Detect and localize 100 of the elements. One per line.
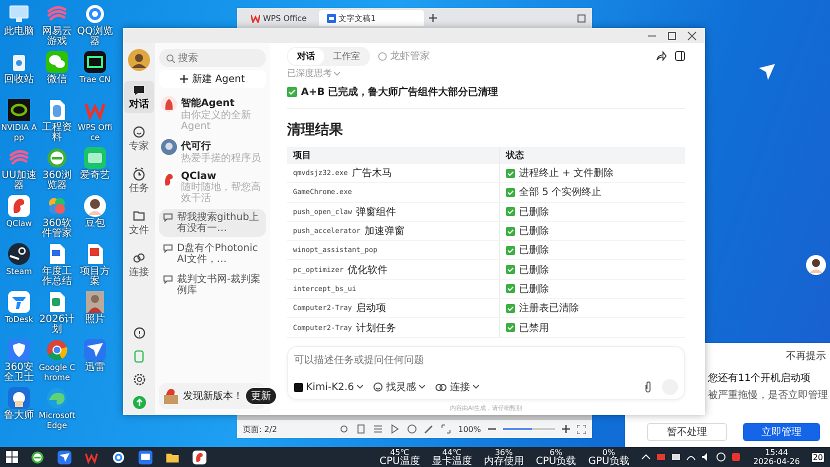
bird-icon (757, 62, 777, 82)
plus-icon (180, 75, 188, 83)
notification-button[interactable]: 立即管理 (742, 423, 820, 441)
chevron-down-icon (472, 385, 479, 389)
icon-label: 工程资料 (41, 123, 73, 143)
agent-description: 随时随地，帮您高效干活 (181, 182, 262, 204)
icon-label: UU加速器 (0, 171, 38, 191)
app-icon[interactable] (7, 98, 31, 122)
icon-label: Trae CN (78, 75, 112, 85)
gift-box-icon (162, 387, 180, 405)
app-icon[interactable] (111, 450, 126, 464)
icon-label: 回收站 (3, 75, 35, 85)
notification-badge[interactable]: 20 (812, 452, 824, 462)
status-text: 已禁用 (519, 322, 549, 335)
avatar (161, 139, 177, 155)
app-icon[interactable] (57, 450, 72, 464)
add-tab-icon[interactable] (428, 13, 438, 23)
app-icon[interactable] (192, 450, 207, 464)
agent-item[interactable]: QClaw 随时随地，帮您高效干活 (159, 169, 266, 206)
chat-item[interactable]: D盘有个Photonic AI文件，… (159, 240, 266, 268)
outline-icon[interactable] (373, 424, 384, 434)
tab[interactable]: WPS Office (243, 10, 315, 26)
search-field[interactable]: 搜索 (159, 49, 266, 67)
paperclip-icon[interactable] (644, 381, 652, 393)
status-text: 全部 5 个实例终止 (519, 186, 602, 200)
avatar-icon[interactable] (83, 194, 107, 218)
check-icon (506, 207, 515, 216)
nav-item[interactable]: 专家 (124, 123, 154, 155)
notification-button[interactable]: 暂不处理 (647, 423, 726, 441)
column-header: 项目 (287, 147, 500, 164)
help-icon[interactable] (132, 327, 146, 340)
chat-icon (163, 243, 173, 253)
page-indicator: 页面: 2/2 (243, 424, 278, 434)
settings-icon[interactable] (132, 373, 146, 386)
side-panel-icon[interactable] (675, 51, 685, 61)
fit-icon[interactable] (441, 424, 452, 434)
sensor-label: GPU负载 (588, 456, 630, 466)
page-icon[interactable] (356, 424, 366, 434)
tray-icon[interactable] (671, 452, 682, 462)
fullscreen-icon[interactable] (577, 424, 586, 434)
tray-icon[interactable] (716, 452, 726, 462)
plus-icon[interactable] (562, 425, 570, 433)
agent-name: 智能Agent (181, 96, 236, 110)
notification-detail: 被严重拖慢，是否立即管理 (708, 388, 826, 402)
avatar[interactable] (128, 49, 150, 71)
chevron-down-icon (334, 72, 340, 76)
new-agent-button[interactable]: 新建 Agent (159, 70, 266, 88)
sensor-value: 36% (494, 448, 513, 456)
model-selector[interactable]: Kimi-K2.6 (294, 382, 363, 392)
clock-time[interactable]: 15:44 (765, 448, 788, 457)
mode-tab[interactable]: 工作室 (324, 48, 369, 64)
icon-label: Google Chrome (38, 363, 76, 383)
app-icon[interactable] (138, 450, 153, 464)
item-note: 弹窗组件 (356, 206, 396, 219)
nav-item[interactable]: 对话 (124, 81, 154, 113)
app-icon[interactable] (83, 50, 107, 74)
check-icon (506, 246, 515, 255)
agent-item[interactable]: 智能Agent 由你定义的全新Agent (159, 94, 266, 134)
section-heading: 清理结果 (287, 121, 344, 139)
status-text: 已删除 (519, 264, 549, 277)
maximize-icon[interactable] (667, 30, 677, 40)
notification-message: 您还有11个开机启动项 (708, 372, 812, 385)
upload-icon[interactable] (132, 396, 146, 409)
mode-tab[interactable]: 对话 (288, 48, 324, 64)
icon-label: WPS Office (76, 123, 114, 143)
chat-item[interactable]: 帮我搜索github上有没有一… (159, 209, 266, 237)
avatar (161, 96, 177, 112)
sensor-value: 0% (602, 448, 616, 456)
chat-icon (132, 83, 146, 97)
play-icon[interactable] (390, 424, 400, 434)
nav-item[interactable]: 任务 (124, 165, 154, 197)
inspiration-button[interactable]: 找灵感 (372, 380, 425, 394)
chevron-up-icon[interactable] (641, 452, 652, 462)
icon-label: Steam (5, 267, 33, 277)
tab[interactable]: 文字文稿1 (318, 10, 424, 26)
zoom-value[interactable]: 100% (458, 424, 481, 434)
clock-date[interactable]: 2026-04-26 (753, 457, 800, 466)
app-icon[interactable] (7, 242, 31, 266)
nav-item[interactable]: 连接 (124, 249, 154, 281)
agent-item[interactable]: 代可行 热爱手搓的程序员 (159, 137, 266, 166)
check-icon (506, 168, 515, 178)
sensor-value: 44℃ (442, 448, 462, 456)
app-icon[interactable] (30, 450, 45, 464)
check-icon (287, 87, 297, 97)
update-button[interactable]: 更新 (246, 388, 276, 404)
sensor-value: 6% (550, 448, 562, 456)
check-icon (506, 265, 515, 274)
dismiss-link[interactable]: 不再提示 (786, 349, 826, 363)
icon-label: QQ浏览器 (76, 27, 114, 47)
share-icon[interactable] (656, 51, 667, 61)
start-icon[interactable] (6, 451, 18, 463)
wps-logo-icon (251, 14, 260, 22)
close-icon[interactable] (687, 30, 697, 40)
connect-button[interactable]: 连接 (434, 380, 479, 394)
message-input[interactable]: 可以描述任务或提问任何问题 Kimi-K2.6 找灵感 连接 (287, 346, 685, 400)
icon-label: 项目方案 (79, 267, 111, 287)
chat-item[interactable]: 裁判文书网-裁判案例库 (159, 271, 266, 299)
icon-label: 此电脑 (3, 27, 35, 37)
restore-icon[interactable] (577, 14, 586, 22)
nav-item[interactable]: 文件 (124, 207, 154, 239)
